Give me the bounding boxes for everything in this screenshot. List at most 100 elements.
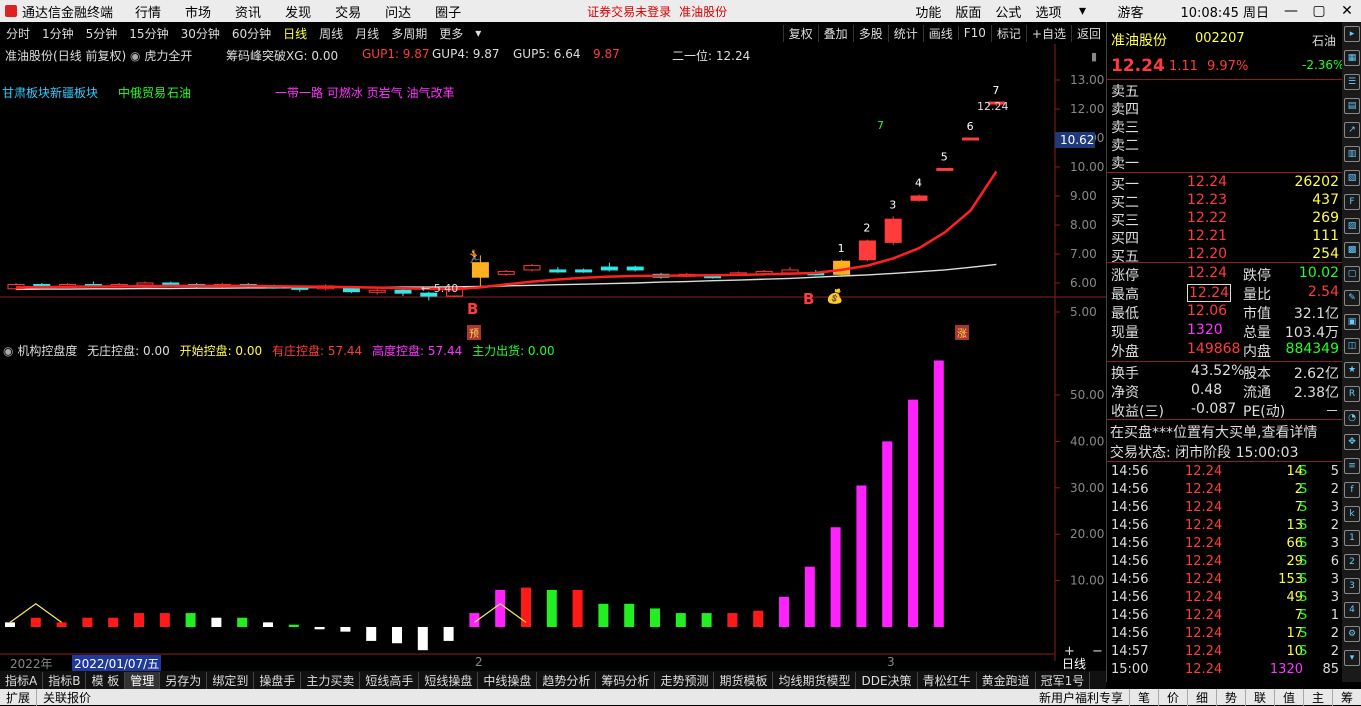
zoom-in-icon[interactable]: + [1064,644,1075,659]
close-icon[interactable]: ✕ [1333,3,1361,19]
sidebar-settings-icon[interactable]: ⚙ [1344,626,1360,642]
sidebar-num1-icon[interactable]: 1 [1344,530,1360,546]
sidebar-bar-icon[interactable]: ▧ [1344,170,1360,186]
btn-diejia[interactable]: 叠加 [817,24,853,42]
bottom-tab[interactable]: 中线操盘 [478,671,538,689]
btn-biaoji[interactable]: 标记 [990,24,1026,42]
sidebar-pie-icon[interactable]: ◔ [1344,410,1360,426]
maximize-icon[interactable]: ▢ [1305,3,1333,19]
menu-item-xuanxiang[interactable]: 选项 [1028,2,1068,21]
tag-shiyou[interactable]: 石油 [167,84,191,101]
bottom-tab[interactable]: 期货模板 [714,671,774,689]
btn-add-favorite[interactable]: +自选 [1025,24,1071,42]
status-expand[interactable]: 扩展 [0,689,36,706]
menu-item-faxian[interactable]: 发现 [273,2,323,21]
tf-30min[interactable]: 30分钟 [175,25,226,42]
sidebar-trend-icon[interactable]: ↗ [1344,122,1360,138]
menu-item-gongneng[interactable]: 功能 [908,2,948,21]
tag-zhonge[interactable]: 中俄贸易 [118,84,166,101]
sidebar-table-icon[interactable]: ▨ [1344,218,1360,234]
panel-tab[interactable]: 价 [1158,688,1187,706]
menu-item-shichang[interactable]: 市场 [173,2,223,21]
tf-1min[interactable]: 1分钟 [36,25,80,42]
bottom-tab[interactable]: 筹码分析 [596,671,656,689]
sidebar-f10-icon[interactable]: F [1344,194,1360,210]
minimize-icon[interactable]: — [1277,3,1305,19]
btn-back[interactable]: 返回 [1070,24,1106,42]
btn-huaxian[interactable]: 画线 [922,24,958,42]
panel-tab[interactable]: 主 [1303,688,1332,706]
panel-tab[interactable]: 细 [1187,688,1216,706]
menu-item-zixun[interactable]: 资讯 [223,2,273,21]
tf-monthly[interactable]: 月线 [349,25,385,42]
tag-xinjiang[interactable]: 新疆板块 [50,84,98,101]
btn-tongji[interactable]: 统计 [887,24,923,42]
tf-15min[interactable]: 15分钟 [123,25,174,42]
sidebar-num3-icon[interactable]: 3 [1344,578,1360,594]
bottom-tab[interactable]: 指标B [43,671,87,689]
indicator-gear-icon[interactable]: ◉ [130,49,140,63]
panel-tab[interactable]: 筹 [1332,688,1361,706]
sidebar-kline-icon[interactable]: ▥ [1344,146,1360,162]
sidebar-report-icon[interactable]: ▩ [1344,242,1360,258]
sidebar-move-icon[interactable]: ✥ [1344,434,1360,450]
sidebar-cal-icon[interactable]: ▣ [1344,314,1360,330]
sidebar-note-icon[interactable]: ✎ [1344,290,1360,306]
bottom-tab[interactable]: 短线高手 [360,671,420,689]
chart-settings-icon[interactable]: ▮ [1091,50,1097,63]
sidebar-grid-icon[interactable]: ▤ [1344,98,1360,114]
tag-gansu[interactable]: 甘肃板块 [2,84,50,101]
bottom-tab[interactable]: DDE决策 [856,671,918,689]
panel-tab[interactable]: 势 [1216,688,1245,706]
bottom-tab[interactable]: 另存为 [160,671,208,689]
sidebar-num2-icon[interactable]: 2 [1344,554,1360,570]
tf-fenshi[interactable]: 分时 [0,25,36,42]
trade-login-notice[interactable]: 证券交易未登录 [587,3,671,20]
sidebar-list-icon[interactable]: ☰ [1344,74,1360,90]
tf-daily[interactable]: 日线 [277,25,313,42]
sidebar-l2-icon[interactable]: ≡ [1344,458,1360,474]
sidebar-doc-icon[interactable]: ▢ [1344,266,1360,282]
bottom-tab[interactable]: 模 板 [86,671,126,689]
sidebar-collapse-icon[interactable]: ▸ [1344,26,1360,42]
tf-60min[interactable]: 60分钟 [226,25,277,42]
guest-account[interactable]: 游客 [1110,2,1150,21]
bottom-tab[interactable]: 冠军1号 [1036,671,1091,689]
bottom-tab[interactable]: 青松红牛 [918,671,977,689]
panel-tab[interactable]: 笔 [1129,688,1158,706]
menu-item-gongshi[interactable]: 公式 [988,2,1028,21]
sidebar-chart-icon[interactable]: ▦ [1344,50,1360,66]
sidebar-rsi-icon[interactable]: R [1344,386,1360,402]
btn-f10[interactable]: F10 [957,26,991,40]
sidebar-fs-icon[interactable]: f [1344,482,1360,498]
chart-area[interactable]: 5.006.007.008.009.0010.0011.0012.0013.00… [0,44,1106,672]
bottom-tab[interactable]: 绑定到 [207,671,255,689]
big-order-notice[interactable]: 在买盘***位置有大买单,查看详情 [1110,422,1317,442]
tag-concepts[interactable]: 一带一路 可燃冰 页岩气 油气改革 [275,84,454,101]
indicator-title[interactable]: 机构控盘度 [17,344,77,358]
status-related-quote[interactable]: 关联报价 [36,688,97,706]
bottom-tab[interactable]: 趋势分析 [537,671,597,689]
status-promo[interactable]: 新用户福利专享 [1033,689,1129,706]
tf-more[interactable]: 更多 [433,25,469,42]
menu-item-wenda[interactable]: 问达 [373,2,423,21]
bottom-tab[interactable]: 均线期货模型 [773,671,857,689]
indicator-name[interactable]: 虎力全开 [144,49,192,63]
sidebar-kf-icon[interactable]: k [1344,506,1360,522]
tf-multi[interactable]: 多周期 [385,25,433,42]
btn-duogu[interactable]: 多股 [852,24,888,42]
menu-item-hangqing[interactable]: 行情 [123,2,173,21]
sidebar-more-icon[interactable]: ▾ [1344,650,1360,666]
btn-fuquan[interactable]: 复权 [782,24,818,42]
indicator-pane-icon[interactable]: ◉ [3,344,13,358]
sidebar-star-icon[interactable]: ★ [1344,362,1360,378]
bottom-tab[interactable]: 短线操盘 [419,671,479,689]
zoom-out-icon[interactable]: − [1092,644,1103,659]
bottom-tab[interactable]: 管理 [125,671,161,689]
panel-tab[interactable]: 值 [1274,688,1303,706]
menu-dropdown-icon[interactable]: ▾ [1068,3,1096,19]
bottom-tab[interactable]: 操盘手 [254,671,302,689]
more-dropdown-icon[interactable]: ▾ [469,26,487,40]
sidebar-monitor-icon[interactable]: ◫ [1344,338,1360,354]
menu-item-banmian[interactable]: 版面 [948,2,988,21]
